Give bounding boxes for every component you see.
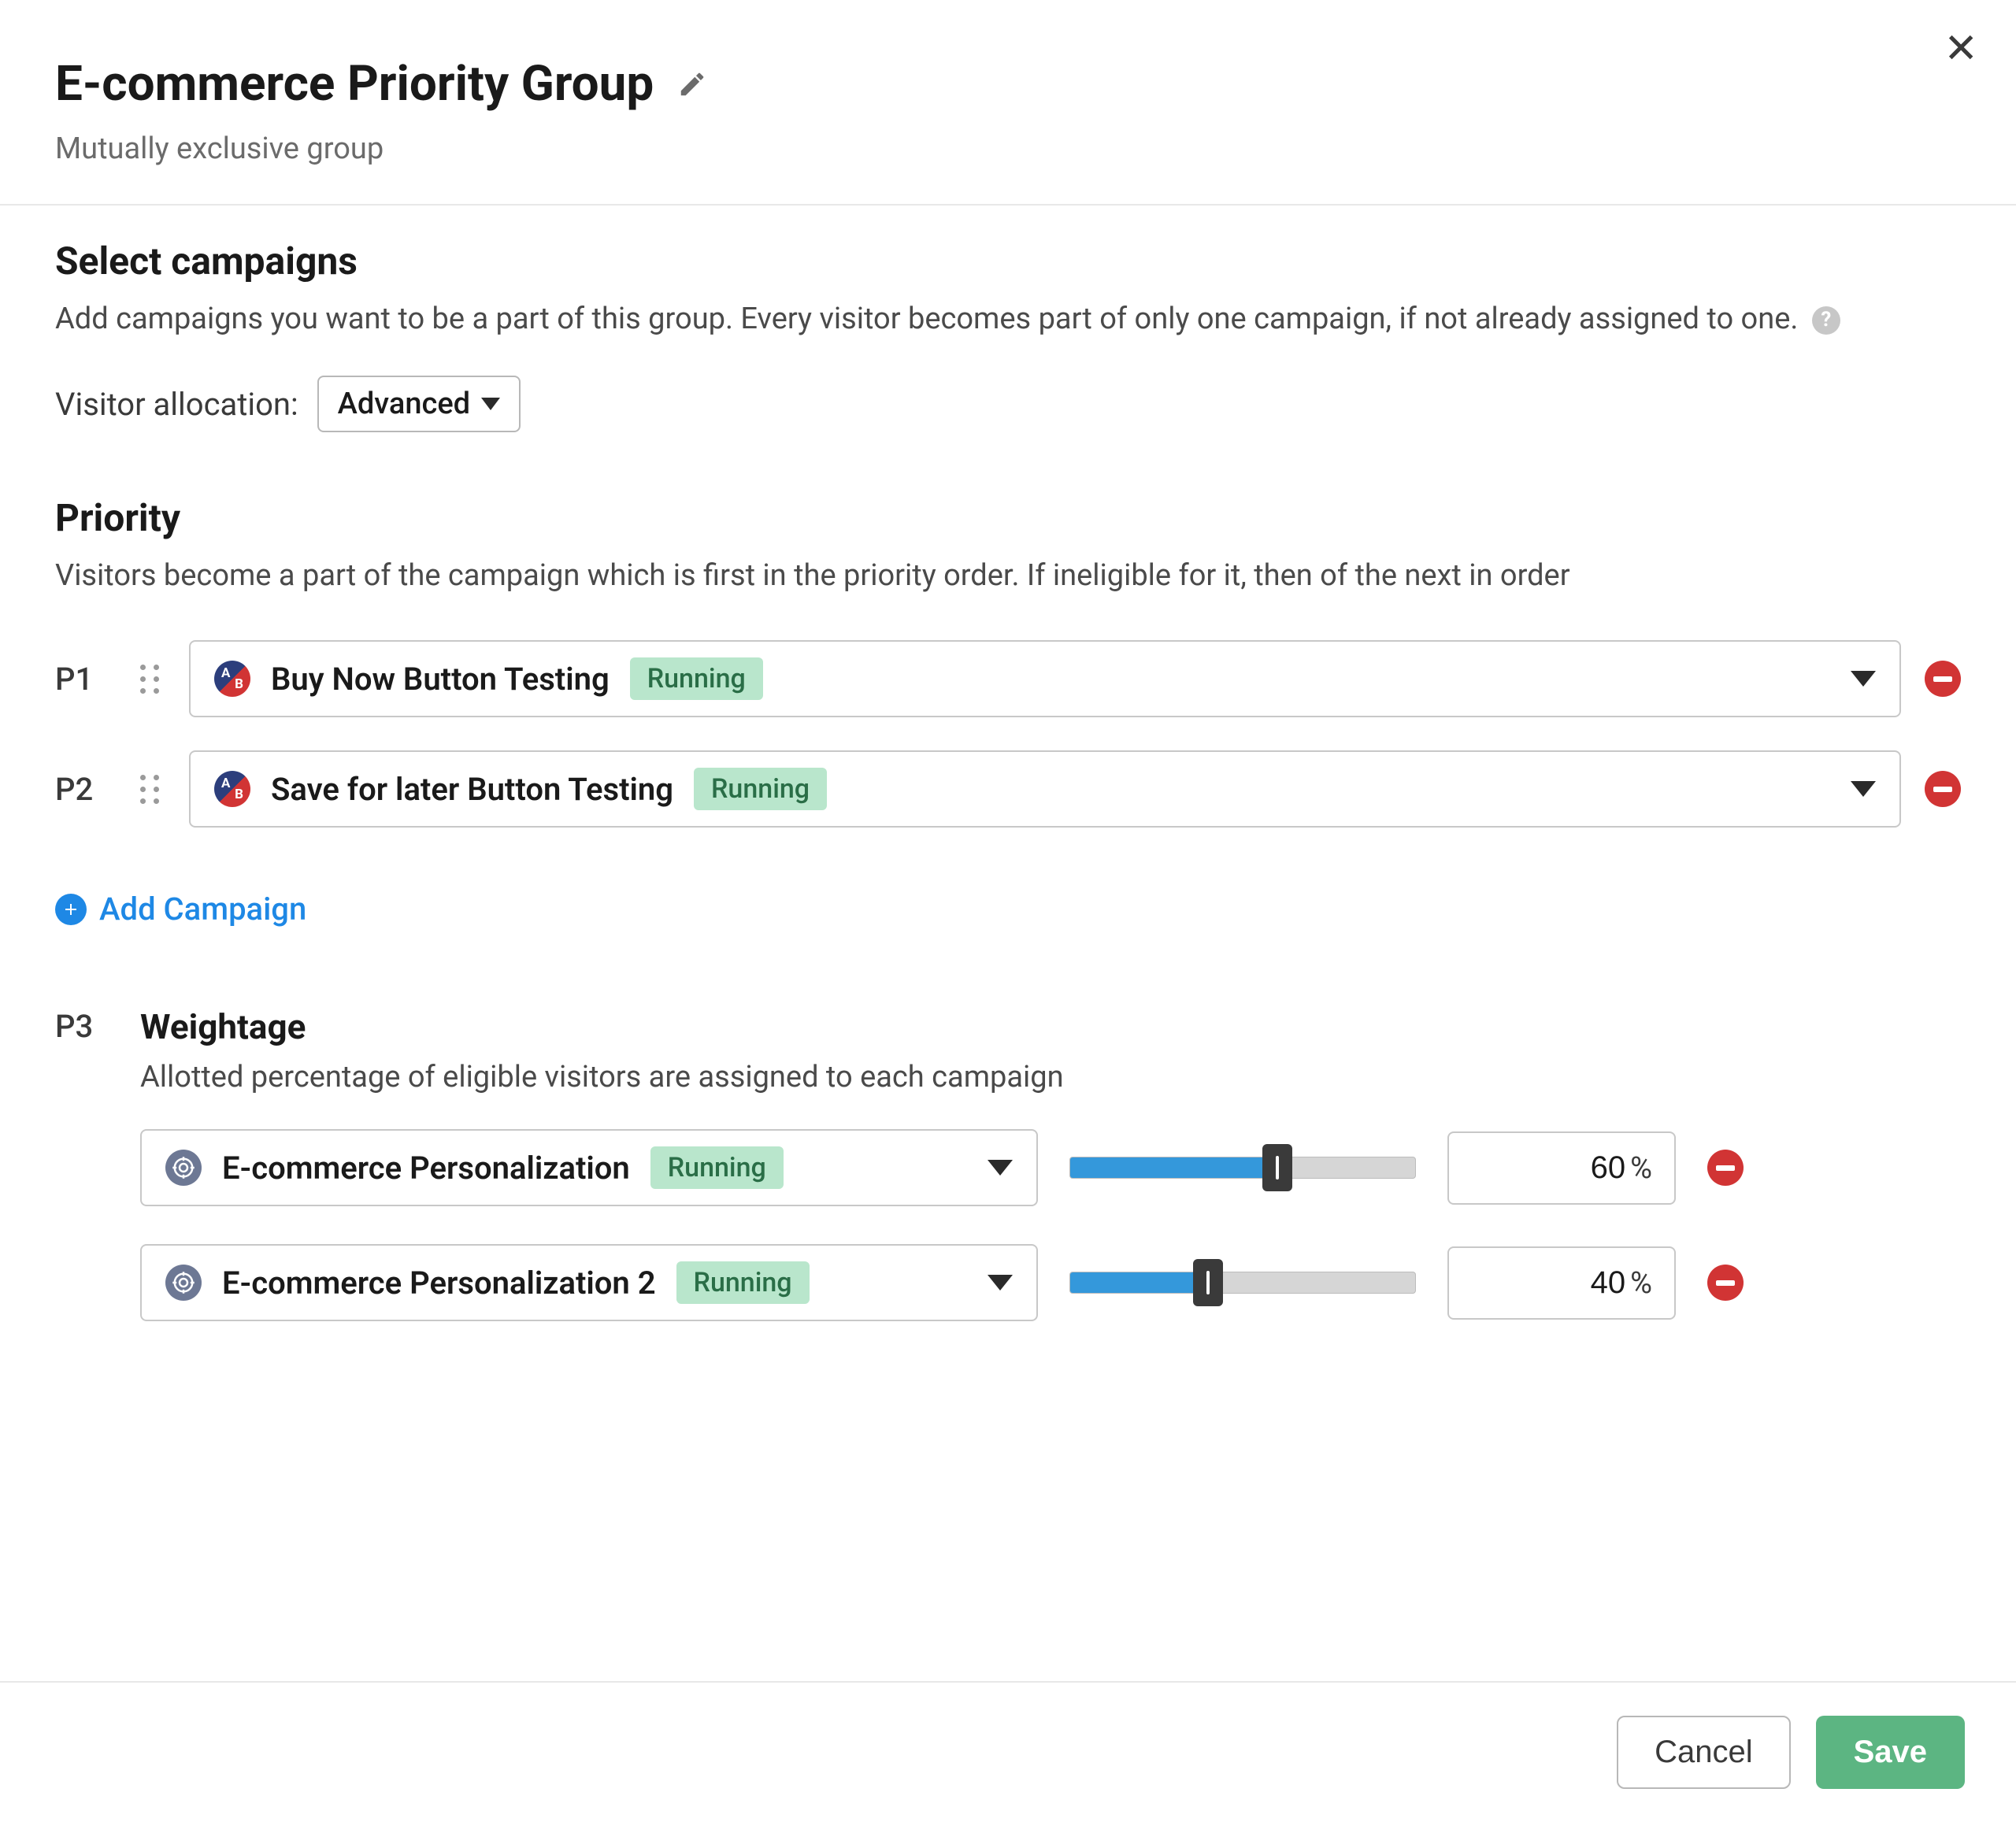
slider-thumb[interactable] <box>1193 1259 1223 1306</box>
priority-row: P2 Save for later Button Testing Running <box>55 750 1961 828</box>
add-campaign-button[interactable]: Add Campaign <box>55 891 306 928</box>
priority-rank: P1 <box>55 661 110 698</box>
weightage-description: Allotted percentage of eligible visitors… <box>140 1060 1961 1094</box>
status-badge: Running <box>676 1261 810 1304</box>
weightage-slider[interactable] <box>1069 1268 1416 1297</box>
status-badge: Running <box>650 1146 784 1189</box>
close-icon[interactable]: ✕ <box>1944 28 1978 69</box>
priority-heading: Priority <box>55 495 1961 540</box>
plus-circle-icon <box>55 894 87 925</box>
select-campaigns-heading: Select campaigns <box>55 239 1961 283</box>
drag-handle-icon[interactable] <box>134 665 165 694</box>
campaign-name: Buy Now Button Testing <box>271 661 610 698</box>
ab-test-icon <box>214 771 250 807</box>
slider-thumb[interactable] <box>1262 1144 1292 1191</box>
campaign-card[interactable]: E-commerce Personalization Running <box>140 1129 1038 1206</box>
priority-list: P1 Buy Now Button Testing Running P2 <box>55 640 1961 828</box>
campaign-card[interactable]: Save for later Button Testing Running <box>189 750 1901 828</box>
page-title: E-commerce Priority Group <box>55 55 654 113</box>
dialog-content: Select campaigns Add campaigns you want … <box>0 206 2016 1406</box>
drag-handle-icon[interactable] <box>134 775 165 804</box>
select-campaigns-description: Add campaigns you want to be a part of t… <box>55 298 1961 341</box>
weightage-heading: Weightage <box>140 1006 1961 1047</box>
ab-test-icon <box>214 661 250 697</box>
visitor-allocation-row: Visitor allocation: Advanced <box>55 376 1961 432</box>
percent-input[interactable] <box>1531 1265 1625 1301</box>
cancel-button[interactable]: Cancel <box>1617 1716 1791 1789</box>
dialog-header: ✕ E-commerce Priority Group Mutually exc… <box>0 0 2016 206</box>
weightage-row: E-commerce Personalization 2 Running % <box>140 1244 1961 1321</box>
campaign-card[interactable]: E-commerce Personalization 2 Running <box>140 1244 1038 1321</box>
percent-sign: % <box>1630 1151 1652 1186</box>
chevron-down-icon <box>481 398 500 410</box>
priority-rank: P3 <box>55 1008 110 1359</box>
minus-icon <box>1933 676 1952 682</box>
status-badge: Running <box>630 657 763 700</box>
chevron-down-icon <box>988 1275 1013 1291</box>
target-icon <box>165 1265 202 1301</box>
weightage-row: E-commerce Personalization Running % <box>140 1129 1961 1206</box>
dialog-footer: Cancel Save <box>0 1681 2016 1822</box>
minus-icon <box>1933 787 1952 792</box>
chevron-down-icon <box>1851 781 1876 797</box>
percent-input[interactable] <box>1531 1150 1625 1186</box>
help-icon[interactable]: ? <box>1812 306 1840 335</box>
priority-rank: P2 <box>55 771 110 808</box>
target-icon <box>165 1150 202 1186</box>
visitor-allocation-label: Visitor allocation: <box>55 386 298 423</box>
priority-row: P1 Buy Now Button Testing Running <box>55 640 1961 717</box>
campaign-name: E-commerce Personalization 2 <box>222 1265 656 1302</box>
priority-section: Priority Visitors become a part of the c… <box>55 495 1961 928</box>
add-campaign-label: Add Campaign <box>99 891 306 928</box>
percent-sign: % <box>1630 1266 1652 1301</box>
weightage-list: E-commerce Personalization Running % <box>140 1129 1961 1321</box>
minus-icon <box>1716 1280 1735 1286</box>
page-subtitle: Mutually exclusive group <box>55 131 1961 166</box>
campaign-card[interactable]: Buy Now Button Testing Running <box>189 640 1901 717</box>
remove-button[interactable] <box>1707 1150 1744 1186</box>
visitor-allocation-value: Advanced <box>338 387 470 421</box>
minus-icon <box>1716 1165 1735 1171</box>
edit-icon[interactable] <box>677 69 707 99</box>
percent-input-wrap: % <box>1447 1131 1676 1205</box>
remove-button[interactable] <box>1925 661 1961 697</box>
remove-button[interactable] <box>1707 1265 1744 1301</box>
priority-description: Visitors become a part of the campaign w… <box>55 554 1961 598</box>
weightage-section: P3 Weightage Allotted percentage of elig… <box>55 1006 1961 1359</box>
save-button[interactable]: Save <box>1816 1716 1965 1789</box>
percent-input-wrap: % <box>1447 1246 1676 1320</box>
campaign-name: E-commerce Personalization <box>222 1150 630 1187</box>
chevron-down-icon <box>988 1160 1013 1176</box>
visitor-allocation-select[interactable]: Advanced <box>317 376 521 432</box>
status-badge: Running <box>694 768 827 810</box>
remove-button[interactable] <box>1925 771 1961 807</box>
chevron-down-icon <box>1851 671 1876 687</box>
campaign-name: Save for later Button Testing <box>271 771 673 808</box>
weightage-slider[interactable] <box>1069 1154 1416 1182</box>
